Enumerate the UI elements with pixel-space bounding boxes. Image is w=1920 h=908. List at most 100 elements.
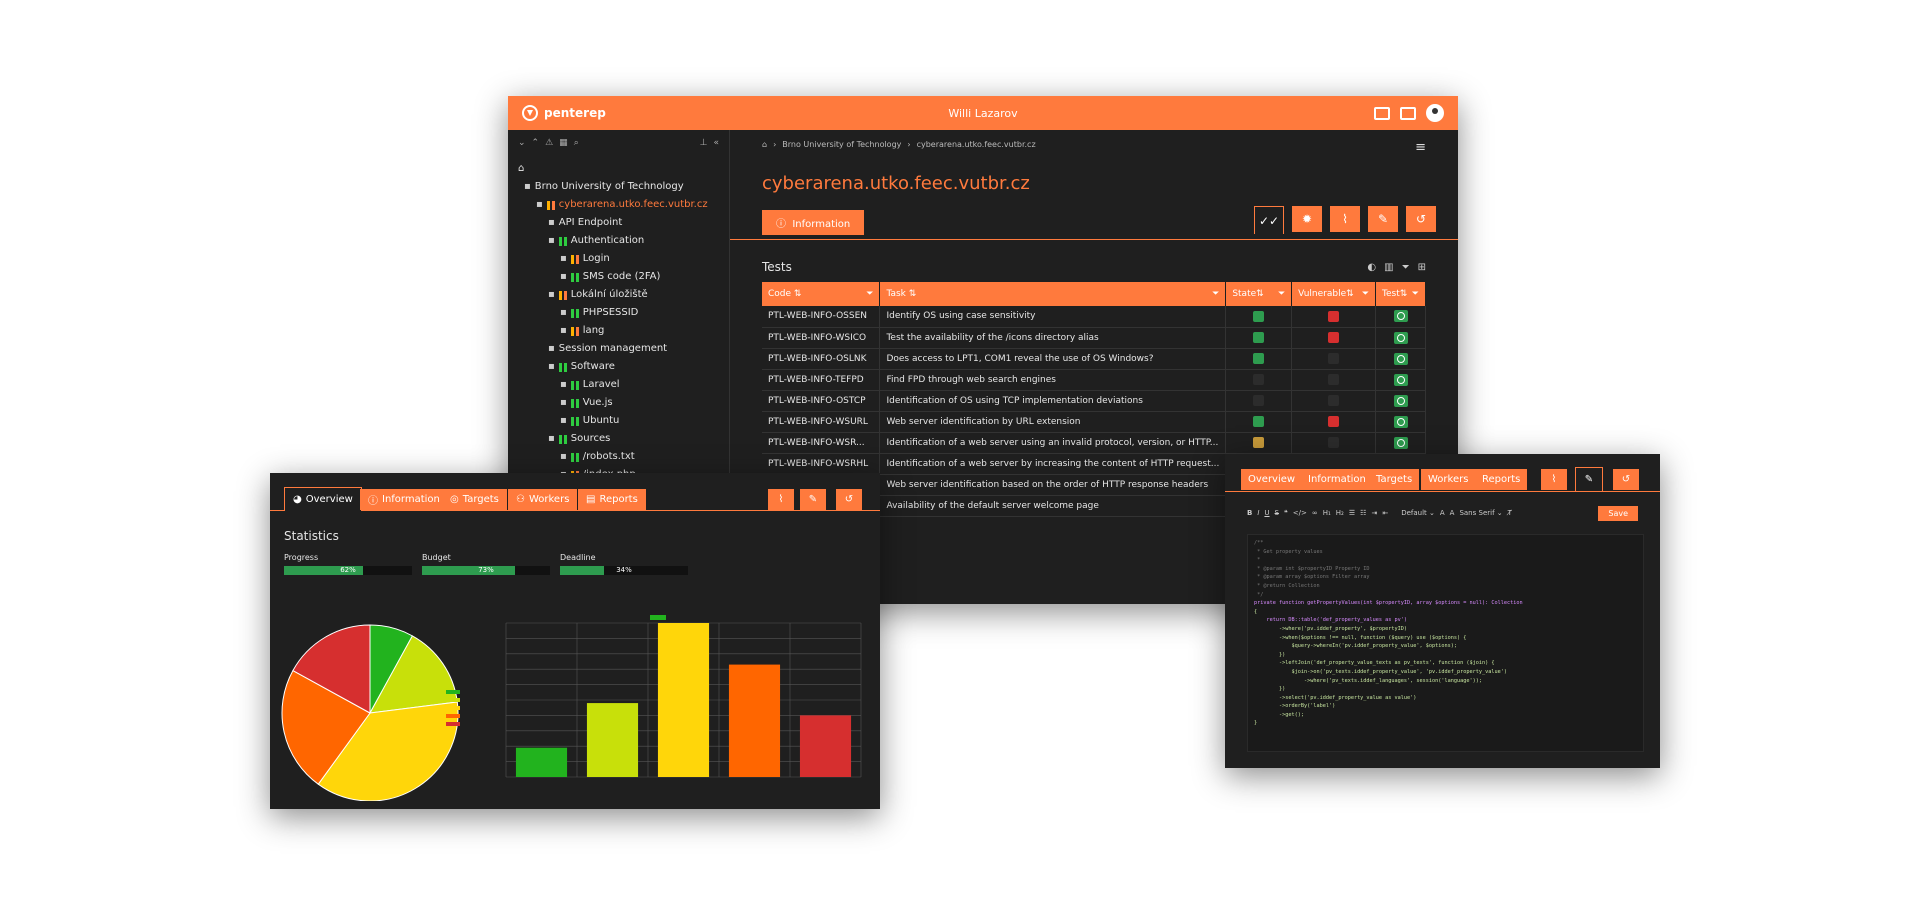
mail-icon[interactable] <box>1400 106 1416 120</box>
font-select[interactable]: Sans Serif ⌄ <box>1459 509 1502 517</box>
empty-icon[interactable] <box>1253 395 1265 406</box>
empty-icon[interactable] <box>1328 374 1340 385</box>
column-header-state[interactable]: State⇅ ⏷ <box>1225 282 1293 306</box>
underline-icon[interactable]: U <box>1264 509 1269 517</box>
tree-item[interactable]: ▪ Lokální úložiště <box>518 286 719 304</box>
search-icon[interactable]: ⌕ <box>574 138 579 148</box>
avatar[interactable] <box>1426 104 1444 122</box>
warning-icon[interactable]: ⚠ <box>545 138 553 148</box>
tree-item[interactable]: ▪ Software <box>518 358 719 376</box>
table-row[interactable]: PTL-WEB-INFO-WSURL Web server identificat… <box>762 411 1426 433</box>
legend-item[interactable] <box>446 704 460 712</box>
tree-item[interactable]: ▪ Login <box>518 250 719 268</box>
bar[interactable] <box>799 715 852 777</box>
run-test-icon[interactable] <box>1393 331 1408 344</box>
run-test-icon[interactable] <box>1393 352 1408 365</box>
empty-icon[interactable] <box>1253 374 1265 385</box>
home-icon[interactable]: ⌂ <box>762 140 767 155</box>
filter-icon[interactable]: ⏷ <box>1362 289 1369 299</box>
tab-information[interactable]: Information <box>1301 469 1373 490</box>
check-icon[interactable] <box>1253 310 1265 322</box>
attachments-button[interactable]: ⌇ <box>768 489 794 510</box>
grid-icon[interactable]: ▦ <box>559 138 568 148</box>
tree-item[interactable]: ▪ Authentication <box>518 232 719 250</box>
column-header-test[interactable]: Test⇅ ⏷ <box>1375 282 1426 306</box>
check-icon[interactable] <box>1253 332 1265 343</box>
table-row[interactable]: PTL-WEB-INFO-OSSEN Identify OS using case… <box>762 306 1426 328</box>
italic-icon[interactable]: I <box>1257 509 1259 517</box>
brand[interactable]: penterep <box>522 105 606 121</box>
cross-icon[interactable] <box>1328 416 1340 427</box>
table-row[interactable]: PTL-WEB-INFO-WSICO Test the availability … <box>762 327 1426 349</box>
attachments-button[interactable]: ⌇ <box>1541 469 1567 490</box>
heading2-icon[interactable]: H₂ <box>1336 509 1344 517</box>
tree-item[interactable]: ▪ Sources <box>518 430 719 448</box>
legend-item[interactable] <box>446 712 460 720</box>
bold-icon[interactable]: B <box>1247 509 1252 517</box>
tree-item[interactable]: ▪ SMS code (2FA) <box>518 268 719 286</box>
collapse-sidebar-icon[interactable]: « <box>713 138 719 148</box>
breadcrumb-item-university[interactable]: Brno University of Technology <box>782 140 901 155</box>
tab-reports[interactable]: Reports <box>1475 469 1528 490</box>
hamburger-menu-icon[interactable]: ≡ <box>1415 140 1426 155</box>
column-header-vulnerable[interactable]: Vulnerable⇅ ⏷ <box>1291 282 1377 306</box>
visibility-icon[interactable]: ◐ <box>1367 262 1376 273</box>
heading1-icon[interactable]: H₁ <box>1323 509 1331 517</box>
columns-icon[interactable]: ▥ <box>1384 262 1393 273</box>
clear-format-icon[interactable]: T̸ <box>1508 509 1512 517</box>
pin-icon[interactable]: ⊥ <box>700 138 708 148</box>
legend-item[interactable] <box>446 688 460 696</box>
tree-item[interactable]: ▪ Vue.js <box>518 394 719 412</box>
filter-icon[interactable]: ⏷ <box>866 289 873 299</box>
tab-overview[interactable]: ◕ Overview <box>284 487 362 511</box>
tab-history[interactable]: ↺ <box>1406 206 1436 232</box>
bar[interactable] <box>728 664 781 777</box>
empty-icon[interactable] <box>1328 395 1340 406</box>
add-column-icon[interactable]: ⊞ <box>1418 262 1426 273</box>
bar[interactable] <box>657 623 710 777</box>
tree-home[interactable]: ⌂ <box>518 160 719 178</box>
empty-icon[interactable] <box>1253 437 1265 448</box>
tree-item[interactable]: ▪ PHPSESSID <box>518 304 719 322</box>
check-icon[interactable] <box>1253 416 1265 427</box>
indent-icon[interactable]: ⇥ <box>1371 509 1377 517</box>
tree-item[interactable]: ▪ Laravel <box>518 376 719 394</box>
tab-reports[interactable]: ▤ Reports <box>578 489 646 510</box>
new-window-icon[interactable] <box>1374 106 1390 120</box>
tab-workers[interactable]: ⚇ Workers <box>508 489 578 510</box>
history-button[interactable]: ↺ <box>836 489 862 510</box>
empty-icon[interactable] <box>1328 437 1340 448</box>
table-row[interactable]: PTL-WEB-INFO-OSLNK Does access to LPT1, C… <box>762 348 1426 370</box>
edit-tab[interactable]: ✎ <box>1575 467 1603 491</box>
style-select[interactable]: Default ⌄ <box>1401 509 1435 517</box>
tab-information[interactable]: ⓘ Information <box>762 210 865 235</box>
bar[interactable] <box>515 747 568 777</box>
empty-icon[interactable] <box>1328 353 1340 364</box>
code-icon[interactable]: </> <box>1293 509 1307 517</box>
tab-edit[interactable]: ✎ <box>1368 206 1398 232</box>
table-row[interactable]: PTL-WEB-INFO-WSR... Identification of a w… <box>762 432 1426 454</box>
tab-vulnerabilities[interactable]: ✹ <box>1292 206 1322 232</box>
tree-item[interactable]: ▪ /robots.txt <box>518 448 719 466</box>
strike-icon[interactable]: S <box>1275 509 1279 517</box>
edit-button[interactable]: ✎ <box>800 489 826 510</box>
cross-icon[interactable] <box>1328 310 1340 322</box>
bar[interactable] <box>586 703 639 777</box>
save-button[interactable]: Save <box>1598 505 1638 521</box>
filter-icon[interactable]: ⏷ <box>1212 289 1219 299</box>
collapse-icon[interactable]: ⌄ <box>518 138 526 148</box>
background-color-icon[interactable]: A <box>1450 509 1455 517</box>
check-icon[interactable] <box>1253 353 1265 364</box>
link-icon[interactable]: ∞ <box>1312 509 1318 517</box>
tab-targets[interactable]: Targets <box>1369 469 1420 490</box>
table-row[interactable]: PTL-WEB-INFO-TEFPD Find FPD through web s… <box>762 369 1426 391</box>
tab-targets[interactable]: ◎ Targets <box>442 489 507 510</box>
ordered-list-icon[interactable]: ☰ <box>1349 509 1355 517</box>
tree-item[interactable]: ▪ API Endpoint <box>518 214 719 232</box>
outdent-icon[interactable]: ⇤ <box>1382 509 1388 517</box>
tree-item[interactable]: ▪ lang <box>518 322 719 340</box>
tab-overview[interactable]: Overview <box>1241 469 1303 490</box>
tab-tests[interactable]: ✓✓ <box>1254 206 1284 234</box>
tree-item[interactable]: ▪ Brno University of Technology <box>518 178 719 196</box>
table-row[interactable]: PTL-WEB-INFO-OSTCP Identification of OS u… <box>762 390 1426 412</box>
